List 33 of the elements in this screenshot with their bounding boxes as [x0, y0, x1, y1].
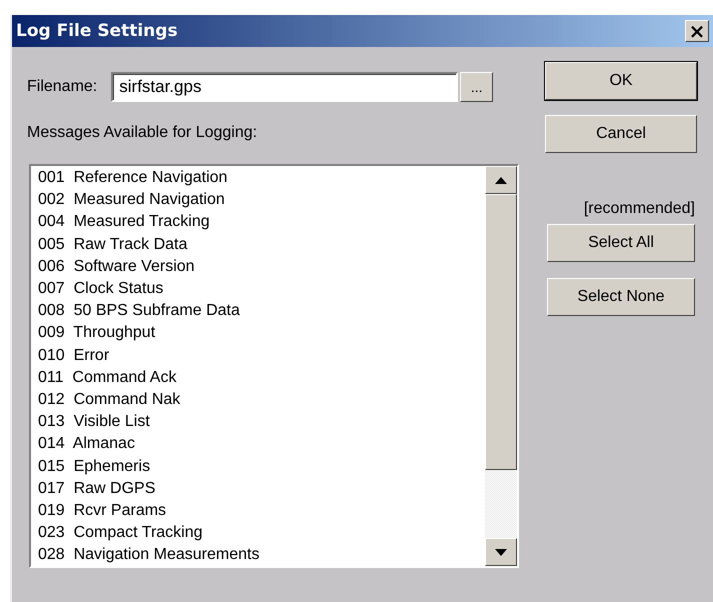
scrollbar[interactable]	[485, 166, 517, 566]
message-item[interactable]: 019 Rcvr Params	[38, 500, 485, 522]
message-item[interactable]: 005 Raw Track Data	[38, 234, 485, 256]
message-item[interactable]: 012 Command Nak	[38, 389, 485, 412]
select-button[interactable]: Select None	[547, 278, 695, 316]
message-item[interactable]: 023 Compact Tracking	[38, 522, 485, 544]
message-item[interactable]: 007 Clock Status	[38, 278, 485, 300]
close-button[interactable]: ×	[685, 20, 709, 42]
filename-field[interactable]: sirfstar.gps	[111, 72, 458, 102]
message-item[interactable]: 002 Measured Navigation	[38, 189, 485, 212]
message-item[interactable]: 006 Software Version	[38, 256, 485, 278]
message-item[interactable]: 015 Ephemeris	[38, 456, 485, 478]
message-item[interactable]: 001 Reference Navigation	[38, 167, 485, 190]
message-item[interactable]: 010 Error	[38, 344, 485, 367]
scroll-thumb[interactable]	[485, 194, 517, 470]
window-title: Log File Settings	[16, 21, 178, 41]
browse-button[interactable]: ...	[460, 72, 494, 102]
message-item[interactable]: 008 50 BPS Subframe Data	[38, 300, 485, 322]
messages-label: Messages Available for Logging:	[27, 124, 258, 142]
message-item[interactable]: 004 Measured Tracking	[38, 211, 485, 234]
select-button[interactable]: Select All	[547, 224, 695, 262]
message-item[interactable]: 009 Throughput	[38, 322, 485, 345]
message-item[interactable]: 014 Almanac	[38, 433, 485, 456]
scroll-down-icon[interactable]	[485, 538, 517, 566]
message-item[interactable]: 028 Navigation Measurements	[38, 544, 485, 566]
message-item[interactable]: 017 Raw DGPS	[38, 478, 485, 500]
dialog-button[interactable]: OK	[545, 62, 697, 100]
filename-label: Filename:	[27, 78, 98, 96]
message-item[interactable]: 013 Visible List	[38, 411, 485, 434]
scroll-up-icon[interactable]	[485, 166, 517, 194]
recommended-note: [recommended]	[584, 200, 695, 218]
message-item[interactable]: 011 Command Ack	[38, 366, 485, 390]
dialog-button[interactable]: Cancel	[545, 115, 697, 153]
